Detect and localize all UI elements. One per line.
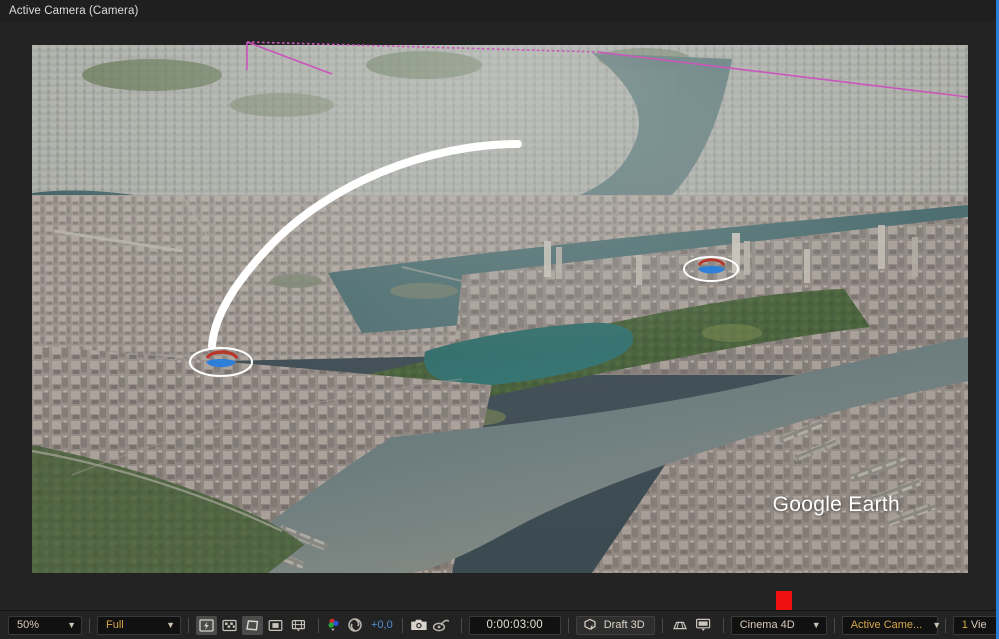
ground-plane-icon [673, 621, 688, 629]
toolbar-divider [661, 617, 663, 633]
draft-3d-button[interactable]: Draft 3D [575, 615, 655, 635]
channel-rgb-icon [328, 618, 339, 631]
toolbar-divider [833, 617, 835, 633]
framed-square-icon [268, 619, 283, 631]
show-snapshot-button[interactable] [432, 618, 450, 632]
chevron-down-icon: ▼ [932, 619, 942, 630]
grid-guides-button[interactable] [288, 616, 309, 635]
take-snapshot-icon [410, 619, 427, 630]
show-snapshot-icon [432, 619, 449, 632]
magnification-dropdown[interactable]: 50% ▼ [8, 615, 82, 635]
composition-viewport[interactable]: Google Earth [0, 22, 999, 610]
page-title: Active Camera (Camera) [9, 5, 139, 17]
exposure-value[interactable]: +0,0 [371, 619, 393, 631]
resolution-value: Full [106, 619, 124, 631]
take-snapshot-button[interactable] [410, 618, 428, 632]
chevron-down-icon: ▼ [166, 619, 175, 630]
3d-view-options-button[interactable] [693, 616, 714, 635]
view-layout-dropdown[interactable]: 1 Vie [952, 615, 999, 635]
renderer-value: Cinema 4D [739, 619, 795, 631]
checkerboard-icon [222, 619, 237, 631]
toolbar-divider [318, 617, 319, 633]
region-of-interest-button[interactable] [242, 615, 263, 635]
toolbar-divider [401, 617, 403, 633]
active-camera-dropdown[interactable]: Active Came... ▼ [841, 615, 942, 635]
transparency-grid-button[interactable] [219, 616, 240, 635]
lightning-square-icon [199, 618, 214, 632]
render-frame: Google Earth [32, 45, 968, 573]
panel-header: Active Camera (Camera) [0, 0, 999, 22]
current-time-field[interactable]: 0:00:03:00 [468, 615, 561, 635]
active-camera-value: Active Came... [850, 619, 923, 631]
resolution-dropdown[interactable]: Full ▼ [97, 615, 181, 635]
toolbar-divider [188, 617, 189, 633]
magnification-value: 50% [17, 619, 40, 631]
3d-ground-plane-button[interactable] [670, 616, 691, 635]
draft-3d-label: Draft 3D [603, 619, 645, 631]
view-layout-value: 1 Vie [962, 619, 987, 631]
chevron-down-icon: ▼ [811, 619, 821, 630]
chevron-down-icon: ▼ [67, 619, 76, 630]
toolbar-divider [460, 617, 462, 633]
viewport-panel: Active Camera (Camera) Google Earth 50% … [0, 0, 999, 639]
viewport-toolbar: 50% ▼ Full ▼ +0,0 0:00:03:00 Draft 3D Ci… [0, 610, 999, 639]
toolbar-divider [89, 617, 90, 633]
channel-rgb-button[interactable] [326, 617, 343, 633]
guides-dropdown-icon [291, 619, 305, 631]
exposure-reset-button[interactable] [347, 617, 363, 633]
trapezoid-mask-icon [246, 619, 259, 631]
toolbar-divider [722, 617, 724, 633]
exposure-reset-icon [348, 618, 362, 632]
red-down-arrow-annotation [776, 591, 792, 610]
toolbar-divider [567, 617, 569, 633]
fast-previews-button[interactable] [196, 615, 217, 635]
cube-bolt-icon [584, 618, 596, 631]
title-action-safe-button[interactable] [265, 616, 286, 635]
toolbar-divider [944, 617, 946, 633]
renderer-dropdown[interactable]: Cinema 4D ▼ [730, 615, 827, 635]
view-options-dropdown-icon [695, 618, 710, 631]
view-layout-rest: Vie [967, 619, 987, 631]
google-earth-aerial-image [32, 45, 968, 573]
